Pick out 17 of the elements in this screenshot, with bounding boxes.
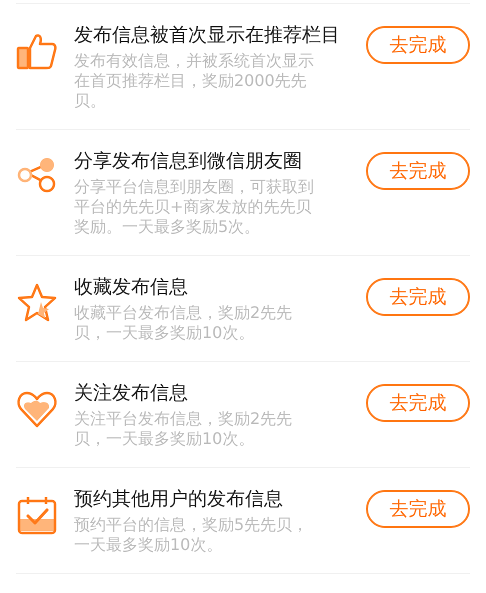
complete-button[interactable]: 去完成 [366, 384, 470, 422]
task-title: 预约其他用户的发布信息 [74, 487, 284, 512]
task-title: 发布信息被首次显示在推荐栏目 [74, 23, 341, 48]
task-title: 关注发布信息 [74, 381, 189, 406]
complete-button[interactable]: 去完成 [366, 490, 470, 528]
complete-button[interactable]: 去完成 [366, 152, 470, 190]
complete-button[interactable]: 去完成 [366, 26, 470, 64]
task-title: 收藏发布信息 [74, 275, 189, 300]
task-description: 分享平台信息到朋友圈，可获取到平台的先先贝+商家发放的先先贝奖励。一天最多奖励5次。 [74, 177, 315, 237]
task-description: 发布有效信息，并被系统首次显示在首页推荐栏目，奖励2000先先贝。 [74, 51, 315, 111]
star-icon [16, 282, 58, 324]
task-description: 关注平台发布信息，奖励2先先贝，一天最多奖励10次。 [74, 409, 294, 449]
task-title: 分享发布信息到微信朋友圈 [74, 149, 303, 174]
task-description: 预约平台的信息，奖励5先先贝，一天最多奖励10次。 [74, 515, 310, 555]
calendar-check-icon [16, 494, 58, 536]
complete-button[interactable]: 去完成 [366, 278, 470, 316]
task-description: 收藏平台发布信息，奖励2先先贝，一天最多奖励10次。 [74, 303, 294, 343]
